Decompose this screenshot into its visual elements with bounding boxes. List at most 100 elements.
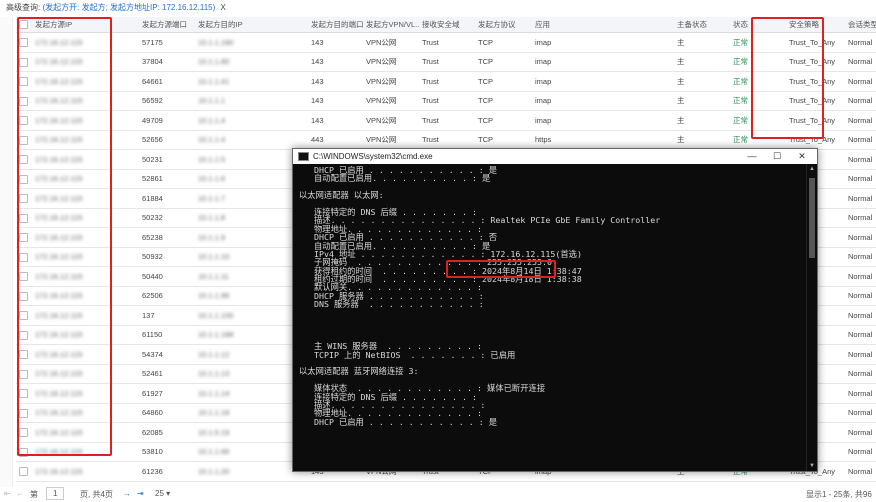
clear-search-icon[interactable]: X bbox=[221, 3, 226, 12]
cmd-output[interactable]: DHCP 已启用 . . . . . . . . . . . : 是 自动配置已… bbox=[299, 166, 805, 471]
cell-ha-state: 主 bbox=[674, 110, 730, 131]
cell-src-ip: 172.16.12.115 bbox=[32, 364, 139, 384]
row-checkbox[interactable] bbox=[16, 461, 32, 482]
row-checkbox[interactable] bbox=[16, 91, 32, 111]
cell-src-ip: 172.16.12.115 bbox=[32, 52, 139, 72]
row-checkbox[interactable] bbox=[16, 227, 32, 248]
last-page-icon[interactable]: ⇥ bbox=[137, 489, 144, 498]
row-checkbox[interactable] bbox=[16, 208, 32, 228]
col-app[interactable]: 应用 bbox=[532, 17, 674, 33]
row-checkbox[interactable] bbox=[16, 149, 32, 170]
row-checkbox[interactable] bbox=[16, 325, 32, 345]
scroll-down-icon[interactable]: ▼ bbox=[808, 463, 816, 469]
cell-src-ip: 172.16.12.115 bbox=[32, 383, 139, 404]
col-src-port[interactable]: 发起方源端口 bbox=[139, 17, 195, 33]
page-input[interactable]: 1 bbox=[46, 487, 65, 500]
cell-status: 正常 bbox=[730, 32, 786, 53]
cell-session-type: Normal bbox=[845, 130, 876, 150]
maximize-button[interactable]: ☐ bbox=[766, 149, 788, 164]
cell-src-ip: 172.16.12.115 bbox=[32, 130, 139, 150]
cell-src-ip: 172.16.12.115 bbox=[32, 442, 139, 462]
row-checkbox[interactable] bbox=[16, 442, 32, 462]
col-dst-ip[interactable]: 发起方目的IP bbox=[195, 17, 308, 33]
close-button[interactable]: ✕ bbox=[791, 149, 813, 164]
cell-src-port: 49709 bbox=[139, 110, 195, 131]
minimize-button[interactable]: — bbox=[741, 149, 763, 164]
row-checkbox[interactable] bbox=[16, 422, 32, 443]
row-checkbox[interactable] bbox=[16, 247, 32, 267]
cell-dst-ip: 10.1.1.80 bbox=[195, 52, 308, 72]
cell-dst-ip: 10.1.1.1 bbox=[195, 91, 308, 111]
table-row[interactable]: 172.16.12.115 56592 10.1.1.1 143 VPN公网 Trust T… bbox=[16, 91, 876, 111]
table-header-row: 发起方源IP 发起方源端口 发起方目的IP 发起方目的端口 发起方VPN/VL.… bbox=[16, 17, 876, 33]
scroll-up-icon[interactable]: ▲ bbox=[808, 166, 816, 172]
scroll-thumb[interactable] bbox=[809, 178, 815, 258]
cell-dst-port: 143 bbox=[308, 71, 363, 92]
cell-src-ip: 172.16.12.115 bbox=[32, 266, 139, 287]
prev-page-icon[interactable]: ← bbox=[16, 489, 24, 498]
col-vpn[interactable]: 发起方VPN/VL... bbox=[363, 17, 419, 33]
table-row[interactable]: 172.16.12.115 52656 10.1.1.4 443 VPN公网 Trust T… bbox=[16, 130, 876, 150]
cell-ha-state: 主 bbox=[674, 130, 730, 150]
row-checkbox[interactable] bbox=[16, 266, 32, 287]
table-row[interactable]: 172.16.12.115 49709 10.1.1.4 143 VPN公网 Trust T… bbox=[16, 110, 876, 131]
row-checkbox[interactable] bbox=[16, 188, 32, 209]
row-checkbox[interactable] bbox=[16, 110, 32, 131]
next-page-icon[interactable]: → bbox=[123, 489, 131, 498]
col-src-ip[interactable]: 发起方源IP bbox=[32, 17, 139, 33]
cmd-title-bar[interactable]: C:\WINDOWS\system32\cmd.exe — ☐ ✕ bbox=[293, 149, 817, 164]
cell-protocol: TCP bbox=[475, 52, 532, 72]
first-page-icon[interactable]: ⇤ bbox=[4, 489, 11, 498]
select-all-checkbox[interactable] bbox=[16, 17, 32, 33]
cell-status: 正常 bbox=[730, 91, 786, 111]
table-row[interactable]: 172.16.12.115 37804 10.1.1.80 143 VPN公网 Trust… bbox=[16, 52, 876, 72]
cell-src-port: 64860 bbox=[139, 403, 195, 423]
row-checkbox[interactable] bbox=[16, 305, 32, 326]
row-checkbox[interactable] bbox=[16, 364, 32, 384]
cell-ha-state: 主 bbox=[674, 32, 730, 53]
page-size-select[interactable]: 25 ▾ bbox=[155, 489, 170, 498]
cell-src-ip: 172.16.12.115 bbox=[32, 169, 139, 189]
cell-src-port: 62506 bbox=[139, 286, 195, 306]
cell-src-port: 62085 bbox=[139, 422, 195, 443]
col-session-type[interactable]: 会话类型 bbox=[845, 17, 876, 33]
cell-src-ip: 172.16.12.115 bbox=[32, 188, 139, 209]
row-checkbox[interactable] bbox=[16, 169, 32, 189]
search-query[interactable]: (发起方开: 发起方; 发起方地址IP: 172.16.12.115) bbox=[42, 3, 215, 12]
cell-dst-port: 143 bbox=[308, 32, 363, 53]
cell-session-type: Normal bbox=[845, 364, 876, 384]
cmd-window[interactable]: C:\WINDOWS\system32\cmd.exe — ☐ ✕ DHCP 已… bbox=[292, 148, 818, 472]
row-checkbox[interactable] bbox=[16, 403, 32, 423]
row-checkbox[interactable] bbox=[16, 32, 32, 53]
cell-vpn: VPN公网 bbox=[363, 71, 419, 92]
cell-src-port: 61236 bbox=[139, 461, 195, 482]
row-checkbox[interactable] bbox=[16, 344, 32, 365]
cell-src-port: 50232 bbox=[139, 208, 195, 228]
row-checkbox[interactable] bbox=[16, 383, 32, 404]
cell-session-type: Normal bbox=[845, 461, 876, 482]
cell-src-ip: 172.16.12.115 bbox=[32, 305, 139, 326]
cell-dst-port: 143 bbox=[308, 110, 363, 131]
cmd-line bbox=[299, 309, 805, 317]
row-checkbox[interactable] bbox=[16, 71, 32, 92]
cell-zone: Trust bbox=[419, 130, 475, 150]
row-checkbox[interactable] bbox=[16, 286, 32, 306]
cell-zone: Trust bbox=[419, 52, 475, 72]
row-checkbox[interactable] bbox=[16, 130, 32, 150]
advanced-search-bar: 高级查询: (发起方开: 发起方; 发起方地址IP: 172.16.12.115… bbox=[6, 2, 226, 16]
table-row[interactable]: 172.16.12.115 57175 10.1.1.180 143 VPN公网 Trus… bbox=[16, 32, 876, 53]
col-dst-port[interactable]: 发起方目的端口 bbox=[308, 17, 363, 33]
cell-app: imap bbox=[532, 32, 674, 53]
cell-policy: Trust_To_Any bbox=[786, 91, 845, 111]
col-status[interactable]: 状态 bbox=[730, 17, 786, 33]
cell-protocol: TCP bbox=[475, 91, 532, 111]
cell-src-ip: 172.16.12.115 bbox=[32, 325, 139, 345]
col-protocol[interactable]: 发起方协议 bbox=[475, 17, 532, 33]
cmd-scrollbar[interactable]: ▲ ▼ bbox=[806, 164, 817, 471]
cell-dst-ip: 10.1.1.4 bbox=[195, 130, 308, 150]
row-checkbox[interactable] bbox=[16, 52, 32, 72]
col-zone[interactable]: 接收安全域 bbox=[419, 17, 475, 33]
col-policy[interactable]: 安全策略 bbox=[786, 17, 845, 33]
col-ha-state[interactable]: 主备状态 bbox=[674, 17, 730, 33]
table-row[interactable]: 172.16.12.115 64661 10.1.1.41 143 VPN公网 Trust… bbox=[16, 71, 876, 92]
